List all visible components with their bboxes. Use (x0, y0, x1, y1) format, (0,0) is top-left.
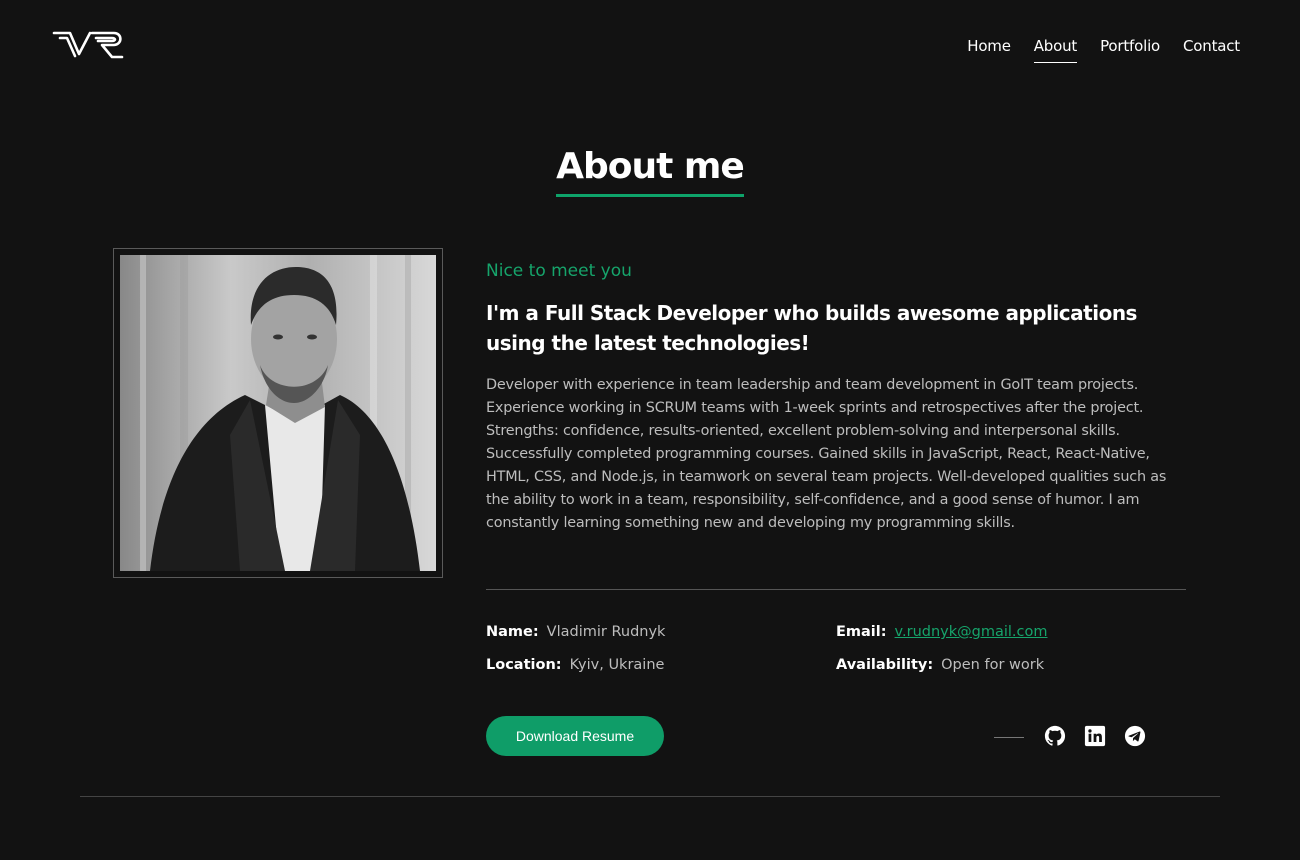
info-email: Email: v.rudnyk@gmail.com (836, 622, 1047, 642)
footer-divider (80, 796, 1220, 797)
about-section-header: About me (0, 146, 1300, 197)
social-divider (994, 737, 1024, 738)
about-content: Nice to meet you I'm a Full Stack Develo… (486, 258, 1186, 535)
greeting-text: Nice to meet you (486, 261, 632, 281)
bio-text: Developer with experience in team leader… (486, 377, 1167, 531)
email-link[interactable]: v.rudnyk@gmail.com (895, 624, 1048, 640)
info-name: Name: Vladimir Rudnyk (486, 622, 665, 642)
nav-portfolio[interactable]: Portfolio (1100, 36, 1160, 63)
profile-photo (120, 255, 436, 571)
linkedin-icon[interactable] (1084, 725, 1106, 747)
content-divider (486, 589, 1186, 590)
telegram-icon[interactable] (1124, 725, 1146, 747)
nav-home[interactable]: Home (967, 36, 1011, 63)
name-label: Name: (486, 624, 539, 640)
profile-photo-frame (113, 248, 443, 578)
headline: I'm a Full Stack Developer who builds aw… (486, 301, 1137, 355)
name-value: Vladimir Rudnyk (546, 624, 666, 640)
availability-value: Open for work (941, 657, 1045, 673)
info-location: Location: Kyiv, Ukraine (486, 655, 664, 675)
location-value: Kyiv, Ukraine (569, 657, 665, 673)
main-nav: Home About Portfolio Contact (967, 36, 1240, 63)
info-availability: Availability: Open for work (836, 655, 1044, 675)
vr-logo-icon[interactable] (52, 30, 126, 60)
section-title: About me (556, 146, 745, 197)
download-resume-button[interactable]: Download Resume (486, 716, 664, 756)
availability-label: Availability: (836, 657, 934, 673)
email-label: Email: (836, 624, 887, 640)
nav-contact[interactable]: Contact (1183, 36, 1240, 63)
nav-about[interactable]: About (1033, 36, 1077, 63)
location-label: Location: (486, 657, 562, 673)
github-icon[interactable] (1044, 725, 1066, 747)
